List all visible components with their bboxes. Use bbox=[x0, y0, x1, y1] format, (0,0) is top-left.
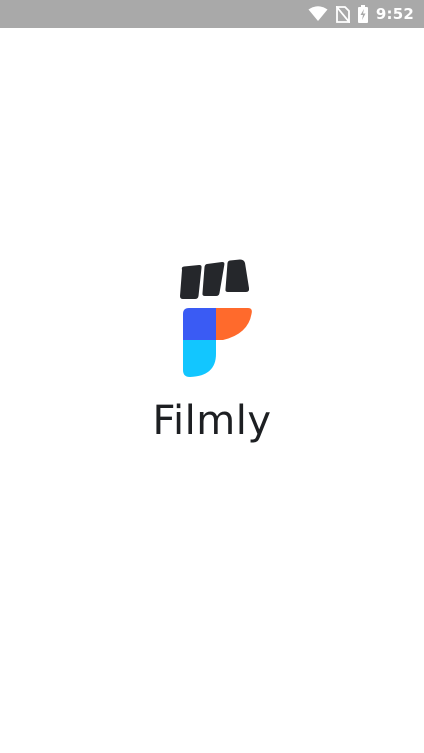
battery-charging-icon bbox=[357, 5, 368, 23]
logo-cyan-block bbox=[183, 340, 216, 377]
splash-screen: 9:52 Filmly bbox=[0, 0, 424, 753]
logo-orange-block bbox=[216, 308, 252, 340]
app-name: Filmly bbox=[152, 398, 272, 444]
clapper-stripe-1 bbox=[180, 264, 202, 299]
status-time: 9:52 bbox=[375, 5, 414, 23]
no-sim-icon bbox=[335, 5, 350, 23]
status-bar: 9:52 bbox=[0, 0, 424, 28]
wifi-icon bbox=[308, 6, 328, 22]
filmly-logo bbox=[178, 258, 254, 380]
clapper-stripe-3 bbox=[225, 259, 250, 292]
clapper-stripe-2 bbox=[202, 261, 225, 296]
logo-blue-block bbox=[183, 308, 216, 340]
